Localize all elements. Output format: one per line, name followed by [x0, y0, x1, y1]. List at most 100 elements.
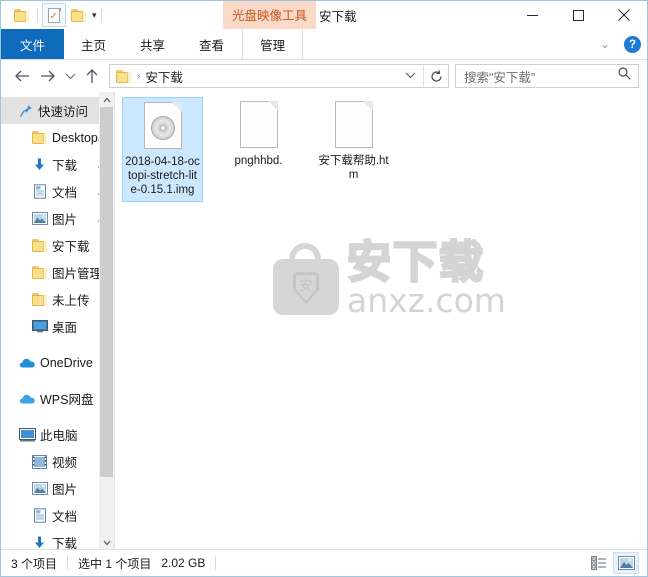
chevron-down-icon[interactable]	[398, 71, 423, 82]
sidebar-item-label: 下载	[52, 537, 78, 550]
breadcrumb-separator: ›	[137, 70, 141, 82]
ribbon-right-controls: ⌄ ?	[594, 29, 641, 60]
pictures-icon	[31, 210, 48, 227]
folder-icon	[116, 69, 131, 83]
sidebar-item-onedrive[interactable]: OneDrive	[1, 349, 114, 376]
pictures-icon	[31, 480, 48, 497]
file-explorer-window: ✓ ▾ 光盘映像工具 安下载 文件 主页 共享 查看 管理 ⌄ ? › 安下载 …	[0, 0, 648, 577]
sidebar-item-picture-manager[interactable]: 图片管理器	[1, 259, 114, 286]
breadcrumb[interactable]: 安下载	[145, 67, 183, 86]
folder-icon	[31, 291, 48, 308]
sidebar-item-documents-pinned[interactable]: 文档	[1, 178, 114, 205]
sidebar-item-label: 下载	[52, 159, 78, 173]
address-bar[interactable]: › 安下载	[109, 64, 449, 88]
minimize-button[interactable]	[509, 1, 555, 29]
sidebar-item-pictures[interactable]: 图片	[1, 475, 114, 502]
forward-button[interactable]	[35, 63, 61, 89]
shopping-bag-icon: 安	[273, 243, 339, 315]
help-icon[interactable]: ?	[624, 36, 641, 53]
sidebar-item-label: 文档	[52, 510, 78, 524]
chevron-down-icon[interactable]: ⌄	[594, 34, 616, 56]
download-icon	[31, 156, 48, 173]
toolbar-divider	[37, 8, 38, 22]
sidebar-item-pictures-pinned[interactable]: 图片	[1, 205, 114, 232]
maximize-button[interactable]	[555, 1, 601, 29]
sidebar-item-desktop[interactable]: 桌面	[1, 313, 114, 340]
navigation-pane: 快速访问 Desktop 下载 文档 图片 安下载 图片管理器 未上传 桌面 O…	[1, 92, 114, 550]
file-item[interactable]: pnghhbd.	[219, 97, 298, 202]
folder-icon	[31, 237, 48, 254]
watermark-domain: anxz.com	[347, 281, 506, 320]
chevron-down-icon[interactable]: ▾	[92, 10, 97, 20]
file-grid: 2018-04-18-octopi-stretch-lite-0.15.1.im…	[122, 97, 647, 202]
sidebar-item-documents[interactable]: 文档	[1, 502, 114, 529]
videos-icon	[31, 453, 48, 470]
sidebar-item-label: 快速访问	[38, 105, 89, 119]
address-bar-row: › 安下载 搜索"安下载"	[1, 60, 647, 92]
html-file-icon	[330, 101, 378, 149]
sidebar-item-downloads-pinned[interactable]: 下载	[1, 151, 114, 178]
contextual-tab-group: 光盘映像工具	[223, 1, 317, 29]
recent-locations-button[interactable]	[61, 63, 79, 89]
disc-image-file-icon	[139, 102, 187, 150]
file-name: 安下载帮助.htm	[318, 155, 389, 181]
window-controls	[509, 1, 647, 29]
details-view-button[interactable]	[587, 553, 611, 573]
tab-file[interactable]: 文件	[1, 29, 65, 60]
this-pc-icon	[19, 426, 36, 443]
close-button[interactable]	[601, 1, 647, 29]
sidebar-item-label: 安下载	[52, 240, 90, 254]
generic-file-icon	[235, 101, 283, 149]
watermark-badge-char: 安	[299, 279, 313, 294]
file-list-pane[interactable]: 安 安下载 anxz.com 2018-04-18-octopi-stretch…	[114, 92, 647, 550]
selection-size-label: 2.02 GB	[161, 556, 206, 570]
scroll-down-icon[interactable]	[99, 535, 114, 550]
tab-view[interactable]: 查看	[182, 29, 241, 60]
doc-check-icon[interactable]: ✓	[42, 3, 66, 27]
sidebar-item-not-uploaded[interactable]: 未上传	[1, 286, 114, 313]
file-name: 2018-04-18-octopi-stretch-lite-0.15.1.im…	[125, 156, 200, 196]
sidebar-scrollbar[interactable]	[99, 92, 114, 550]
scrollbar-thumb[interactable]	[100, 107, 113, 477]
sidebar-item-videos[interactable]: 视频	[1, 448, 114, 475]
sidebar-item-anxiazai[interactable]: 安下载	[1, 232, 114, 259]
sidebar-item-label: 图片	[52, 213, 78, 227]
tab-share[interactable]: 共享	[123, 29, 182, 60]
window-title: 安下载	[319, 9, 357, 24]
documents-icon	[31, 507, 48, 524]
file-item[interactable]: 安下载帮助.htm	[314, 97, 393, 202]
tab-home[interactable]: 主页	[64, 29, 123, 60]
scroll-up-icon[interactable]	[99, 92, 114, 107]
watermark-title: 安下载	[346, 237, 485, 288]
folder-icon[interactable]	[66, 3, 90, 27]
status-bar: 3 个项目 选中 1 个项目 2.02 GB	[1, 549, 647, 576]
sidebar-item-label: 文档	[52, 186, 78, 200]
status-divider	[215, 556, 217, 570]
watermark-text: 安下载 anxz.com	[346, 237, 506, 320]
sidebar-item-desktop-pinned[interactable]: Desktop	[1, 124, 114, 151]
file-item[interactable]: 2018-04-18-octopi-stretch-lite-0.15.1.im…	[122, 97, 203, 202]
desktop-icon	[31, 318, 48, 335]
contextual-tab-title: 光盘映像工具	[223, 1, 317, 29]
download-icon	[31, 534, 48, 550]
sidebar-item-label: 未上传	[52, 294, 90, 308]
ribbon-tabs: 文件 主页 共享 查看 管理	[1, 29, 304, 60]
up-button[interactable]	[79, 63, 105, 89]
folder-icon	[31, 264, 48, 281]
search-icon[interactable]	[618, 67, 631, 85]
back-button[interactable]	[9, 63, 35, 89]
tab-manage[interactable]: 管理	[242, 29, 304, 60]
sidebar-item-downloads[interactable]: 下载	[1, 529, 114, 550]
folder-icon	[31, 129, 48, 146]
sidebar-item-quick-access[interactable]: 快速访问	[1, 97, 114, 124]
sidebar-item-this-pc[interactable]: 此电脑	[1, 421, 114, 448]
search-box[interactable]: 搜索"安下载"	[455, 64, 639, 88]
file-name: pnghhbd.	[234, 155, 283, 167]
sidebar-item-wps-cloud[interactable]: WPS网盘	[1, 385, 114, 412]
folder-icon[interactable]	[9, 3, 33, 27]
watermark-logo: 安 安下载 anxz.com	[273, 237, 506, 320]
search-input[interactable]: 搜索"安下载"	[464, 67, 535, 86]
large-icons-view-button[interactable]	[613, 552, 639, 574]
documents-icon	[31, 183, 48, 200]
refresh-button[interactable]	[423, 65, 448, 87]
